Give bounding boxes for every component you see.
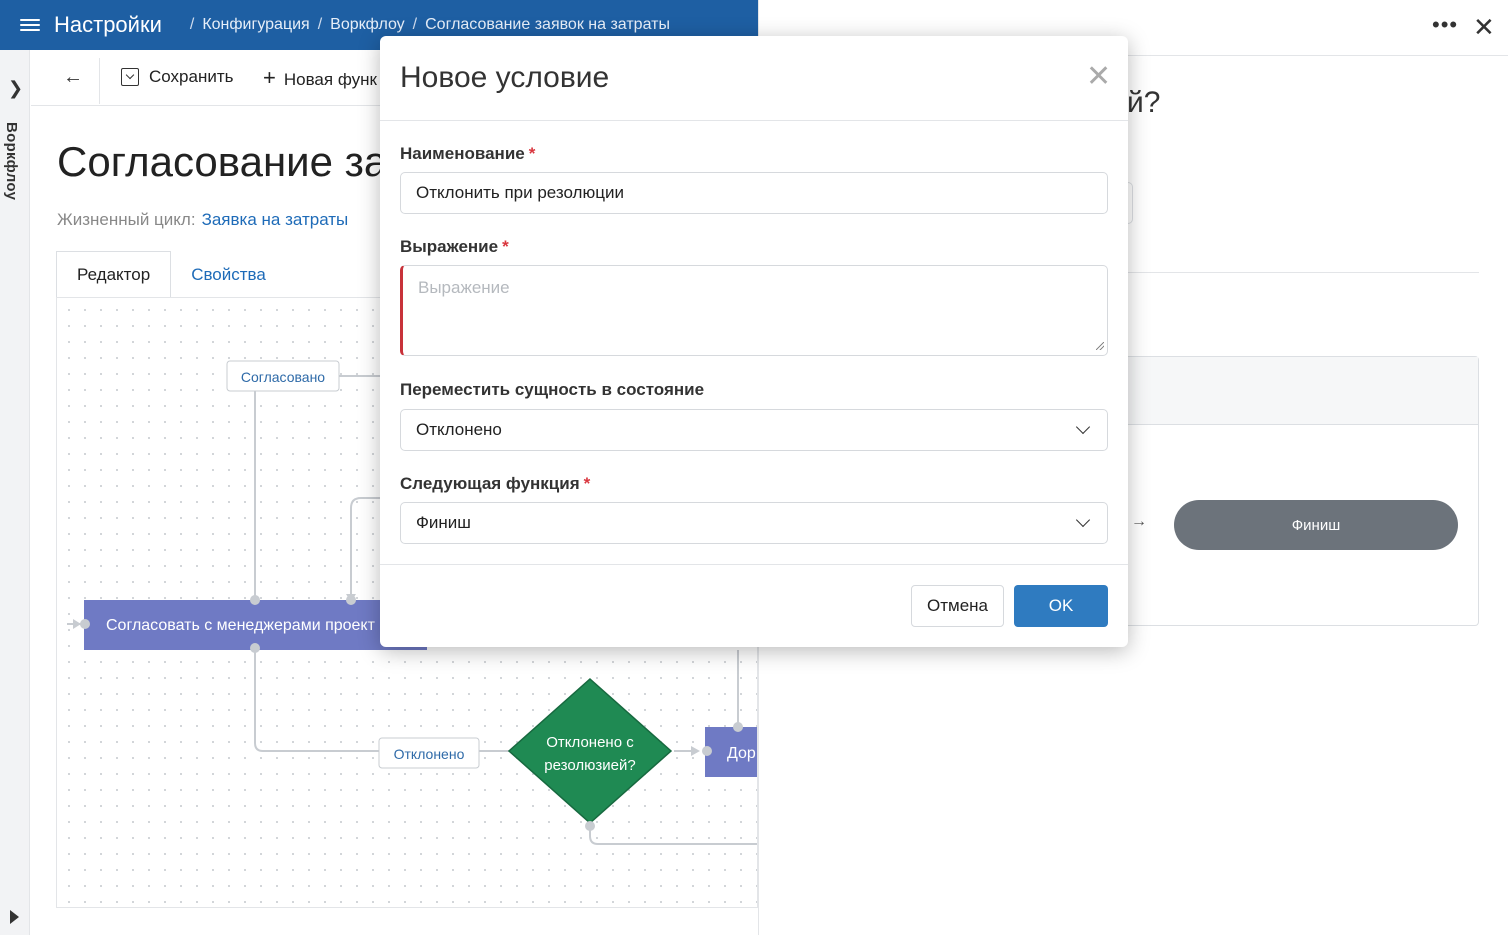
port-dot — [585, 821, 595, 831]
decision-node-label-2: резолюзией? — [544, 757, 635, 774]
port-dot — [702, 746, 712, 756]
right-panel-section-divider — [1119, 272, 1479, 273]
plus-icon: + — [263, 65, 276, 90]
dialog-header: Новое условие ✕ — [380, 36, 1128, 121]
decision-node[interactable] — [507, 677, 673, 825]
approved-label: Согласовано — [241, 369, 325, 385]
next-function-value: Финиш — [416, 513, 471, 532]
rail-label[interactable]: Воркфлоу — [3, 122, 20, 200]
required-mark: * — [502, 237, 509, 256]
side-rail: ❯ Воркфлоу — [0, 50, 30, 935]
lifecycle-link[interactable]: Заявка на затраты — [202, 210, 349, 229]
card-header — [1119, 357, 1478, 425]
port-dot — [250, 643, 260, 653]
expression-input[interactable] — [400, 265, 1108, 356]
resize-grip-icon[interactable] — [1096, 342, 1104, 350]
close-icon[interactable]: ✕ — [1473, 12, 1495, 43]
breadcrumb-item-configuration[interactable]: Конфигурация — [202, 16, 309, 34]
entry-arrow-icon — [73, 619, 81, 629]
more-icon[interactable]: ••• — [1432, 12, 1458, 38]
next-function-select[interactable]: Финиш — [400, 502, 1108, 544]
chevron-down-icon — [1075, 512, 1091, 528]
port-dot — [250, 595, 260, 605]
toolbar-divider — [99, 58, 100, 104]
breadcrumb-item-current: Согласование заявок на затраты — [425, 16, 670, 33]
right-panel-heading: й? — [1127, 86, 1161, 119]
connector-rejected-down — [254, 648, 379, 752]
chevron-right-icon[interactable]: ❯ — [8, 78, 23, 99]
close-icon[interactable]: ✕ — [1086, 62, 1111, 92]
task-node-label: Согласовать с менеджерами проект — [106, 617, 376, 634]
tab-properties[interactable]: Свойства — [171, 251, 286, 298]
app-title[interactable]: Настройки — [54, 12, 162, 38]
dialog-title: Новое условие — [400, 61, 610, 94]
lifecycle: Жизненный цикл: Заявка на затраты — [57, 210, 348, 230]
new-function-button[interactable]: + Новая функ — [263, 65, 377, 91]
tabs: Редактор Свойства — [56, 251, 286, 298]
tab-editor[interactable]: Редактор — [56, 251, 172, 298]
chevron-down-icon — [1075, 419, 1091, 435]
required-mark: * — [528, 144, 536, 163]
breadcrumb: / Конфигурация / Воркфлоу / Согласование… — [189, 16, 670, 34]
play-icon[interactable] — [10, 910, 19, 924]
arrow-right-icon: → — [1131, 513, 1147, 530]
name-input[interactable] — [400, 172, 1108, 214]
finish-node[interactable]: Финиш — [1174, 500, 1458, 550]
save-label: Сохранить — [149, 67, 234, 86]
dialog-footer-divider — [380, 564, 1128, 565]
required-mark: * — [583, 474, 591, 493]
page-title: Согласование зая — [57, 138, 411, 185]
back-arrow-icon[interactable]: ← — [63, 66, 83, 89]
right-panel-card — [1119, 356, 1479, 626]
save-icon — [121, 68, 139, 86]
decision-node-label-1: Отклонено с — [546, 734, 634, 751]
port-dot — [80, 619, 90, 629]
state-select[interactable]: Отклонено — [400, 409, 1108, 451]
cancel-button[interactable]: Отмена — [911, 585, 1004, 627]
state-label: Переместить сущность в состояние — [400, 380, 705, 399]
lifecycle-label: Жизненный цикл: — [57, 210, 196, 229]
menu-icon[interactable] — [20, 19, 40, 31]
breadcrumb-item-workflow[interactable]: Воркфлоу — [330, 16, 405, 34]
save-button[interactable]: Сохранить — [121, 67, 233, 87]
new-condition-dialog: Новое условие ✕ Наименование* Выражение*… — [380, 36, 1128, 647]
port-dot — [733, 722, 743, 732]
next-function-label: Следующая функция * — [400, 474, 591, 493]
decision-arrow-icon — [691, 746, 700, 756]
expression-label: Выражение * — [400, 237, 509, 256]
rejected-label: Отклонено — [394, 746, 465, 762]
name-label: Наименование * — [400, 144, 536, 163]
ok-button[interactable]: OK — [1014, 585, 1108, 627]
partial-task-node-label: Дор — [727, 745, 756, 762]
state-select-value: Отклонено — [416, 420, 502, 439]
connector-decision-down — [589, 826, 757, 845]
